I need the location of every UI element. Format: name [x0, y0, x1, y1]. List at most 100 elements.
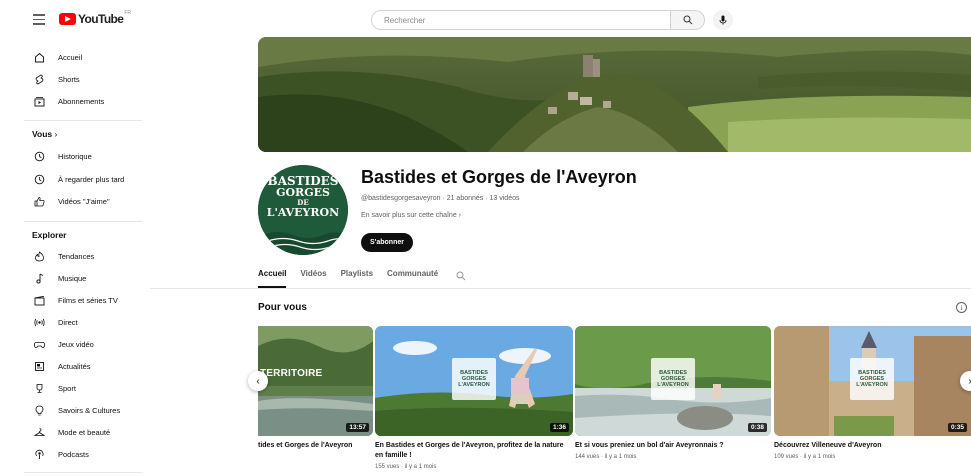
search-icon — [456, 271, 466, 281]
watch-later-icon — [32, 172, 46, 186]
video-thumbnail[interactable]: BASTIDES GORGES L'AVEYRON 1:36 — [375, 326, 573, 436]
video-thumbnail[interactable]: BASTIDES GORGES L'AVEYRON 0:38 — [575, 326, 771, 436]
watermark-line: L'AVEYRON — [458, 382, 490, 388]
sidebar-item-label: Sport — [58, 383, 76, 393]
youtube-play-icon — [59, 13, 76, 25]
chevron-left-icon: ‹ — [256, 375, 260, 387]
sidebar-item-label: Musique — [58, 273, 87, 283]
sidebar-item-liked[interactable]: Vidéos "J'aime" — [24, 190, 144, 212]
video-title[interactable]: Découvrez Villeneuve d'Aveyron — [774, 441, 971, 451]
sidebar-item-shorts[interactable]: Shorts — [24, 68, 144, 90]
subscribe-button[interactable]: S'abonner — [361, 233, 413, 252]
channel-banner — [258, 37, 971, 152]
section-title: Pour vous — [258, 302, 307, 313]
chevron-right-icon: › — [458, 212, 462, 219]
sidebar-item-label: Films et séries TV — [58, 295, 118, 305]
music-icon — [32, 271, 46, 285]
sidebar-item-history[interactable]: Historique — [24, 145, 144, 167]
channel-meta: @bastidesgorgesaveyron · 21 abonnés · 13… — [361, 195, 520, 202]
sidebar-item-label: Shorts — [58, 74, 80, 84]
avatar-text: BASTIDES GORGES DE L'AVEYRON — [258, 175, 348, 219]
live-icon — [32, 315, 46, 329]
sidebar-item-movies[interactable]: Films et séries TV — [24, 289, 144, 311]
video-title[interactable]: En Bastides et Gorges de l'Aveyron, prof… — [375, 441, 573, 461]
sidebar-item-label: À regarder plus tard — [58, 174, 125, 184]
sidebar-item-label: Historique — [58, 151, 92, 161]
sidebar-item-label: Actualités — [58, 361, 91, 371]
avatar-line: L'AVEYRON — [266, 206, 340, 219]
tab-playlists[interactable]: Playlists — [341, 266, 373, 288]
sidebar-explore-heading: Explorer — [32, 230, 67, 240]
youtube-logo[interactable]: YouTube FR — [59, 10, 131, 26]
gaming-icon — [32, 337, 46, 351]
search-button[interactable] — [671, 10, 705, 30]
search-input[interactable] — [384, 15, 670, 25]
logo-text: YouTube — [78, 12, 124, 26]
sidebar-item-watch-later[interactable]: À regarder plus tard — [24, 168, 144, 190]
sidebar-item-label: Direct — [58, 317, 78, 327]
sidebar-item-gaming[interactable]: Jeux vidéo — [24, 333, 144, 355]
video-duration: 0:35 — [947, 423, 967, 432]
sidebar-item-label: Savoirs & Cultures — [58, 405, 121, 415]
sidebar-divider — [24, 120, 142, 121]
tab-home[interactable]: Accueil — [258, 266, 287, 288]
tab-videos[interactable]: Vidéos — [300, 266, 326, 288]
channel-search-button[interactable] — [456, 266, 466, 288]
search-box[interactable] — [371, 10, 671, 30]
watermark-line: L'AVEYRON — [657, 382, 689, 388]
sidebar-item-news[interactable]: Actualités — [24, 355, 144, 377]
sidebar-item-home[interactable]: Accueil — [24, 46, 144, 68]
trophy-icon — [32, 381, 46, 395]
tabs-divider — [150, 288, 971, 289]
channel-name: Bastides et Gorges de l'Aveyron — [361, 167, 637, 187]
channel-avatar[interactable]: BASTIDES GORGES DE L'AVEYRON — [258, 165, 348, 255]
channel-more-link[interactable]: En savoir plus sur cette chaîne › — [361, 212, 461, 219]
shorts-icon — [32, 72, 46, 86]
video-thumbnail[interactable]: TERRITOIRE 13:57 — [258, 326, 373, 436]
video-title[interactable]: Et si vous preniez un bol d'air Aveyronn… — [575, 441, 771, 451]
trending-icon — [32, 249, 46, 263]
like-icon — [32, 194, 46, 208]
video-card[interactable]: TERRITOIRE 13:57 tides et Gorges de l'Av… — [258, 326, 373, 451]
movies-icon — [32, 293, 46, 307]
video-card[interactable]: BASTIDES GORGES L'AVEYRON 0:35 Découvrez… — [774, 326, 971, 460]
lightbulb-icon — [32, 403, 46, 417]
sidebar-divider — [24, 221, 142, 222]
sidebar-item-label: Vidéos "J'aime" — [58, 196, 110, 206]
video-meta: 155 vues · il y a 1 mois — [375, 464, 437, 470]
top-bar: YouTube FR — [0, 0, 971, 40]
history-icon — [32, 149, 46, 163]
video-thumbnail[interactable]: BASTIDES GORGES L'AVEYRON 0:35 — [774, 326, 971, 436]
channel-tabs: Accueil Vidéos Playlists Communauté — [258, 266, 466, 288]
thumbnail-watermark-logo: BASTIDES GORGES L'AVEYRON — [850, 358, 894, 400]
channel-more-label: En savoir plus sur cette chaîne — [361, 212, 457, 219]
sidebar-you-heading[interactable]: Vous › — [32, 129, 57, 139]
sidebar-item-label: Accueil — [58, 52, 83, 62]
video-card[interactable]: BASTIDES GORGES L'AVEYRON 0:38 Et si vou… — [575, 326, 771, 460]
menu-icon[interactable] — [33, 14, 45, 25]
sidebar-item-label: Jeux vidéo — [58, 339, 94, 349]
sidebar-item-music[interactable]: Musique — [24, 267, 144, 289]
info-icon[interactable]: i — [956, 302, 967, 313]
sidebar-divider — [24, 472, 142, 473]
sidebar-item-learning[interactable]: Savoirs & Cultures — [24, 399, 144, 421]
sidebar-item-label: Podcasts — [58, 449, 89, 459]
sidebar-item-live[interactable]: Direct — [24, 311, 144, 333]
sidebar-item-subscriptions[interactable]: Abonnements — [24, 90, 144, 112]
video-duration: 0:38 — [747, 423, 767, 432]
sidebar-item-podcasts[interactable]: Podcasts — [24, 443, 144, 465]
podcast-icon — [32, 447, 46, 461]
you-title: Vous — [32, 129, 53, 139]
carousel-prev-button[interactable]: ‹ — [248, 371, 268, 391]
thumbnail-watermark-logo: BASTIDES GORGES L'AVEYRON — [651, 358, 695, 400]
watermark-line: L'AVEYRON — [856, 382, 888, 388]
tab-community[interactable]: Communauté — [387, 266, 438, 288]
sidebar: Accueil Shorts Abonnements Vous › Histor… — [0, 40, 150, 476]
voice-search-button[interactable] — [713, 10, 733, 30]
sidebar-item-trending[interactable]: Tendances — [24, 245, 144, 267]
sidebar-item-sport[interactable]: Sport — [24, 377, 144, 399]
video-title[interactable]: tides et Gorges de l'Aveyron — [258, 441, 373, 451]
youtube-channel-page: YouTube FR Accueil Shorts Abonnements Vo… — [0, 0, 971, 476]
video-card[interactable]: BASTIDES GORGES L'AVEYRON 1:36 En Bastid… — [375, 326, 573, 470]
sidebar-item-fashion[interactable]: Mode et beauté — [24, 421, 144, 443]
